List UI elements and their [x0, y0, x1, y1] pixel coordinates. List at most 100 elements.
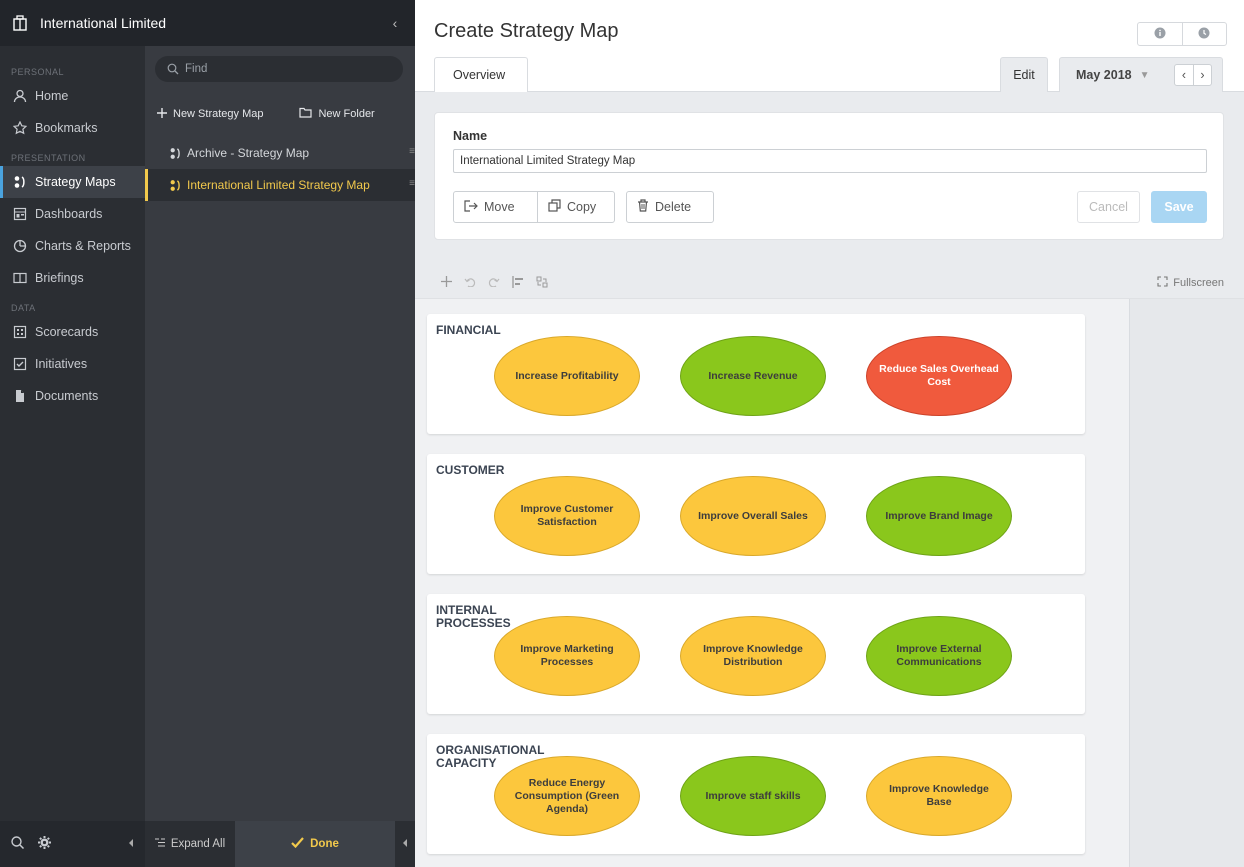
- tab-overview[interactable]: Overview: [434, 57, 528, 92]
- new-strategy-map-button[interactable]: New Strategy Map: [157, 107, 264, 121]
- nav-item-label: Scorecards: [35, 325, 99, 339]
- objective-improve-knowledge-base[interactable]: Improve Knowledge Base: [866, 756, 1012, 836]
- copy-label: Copy: [567, 200, 597, 214]
- delete-button[interactable]: Delete: [626, 191, 714, 223]
- star-icon: [11, 121, 29, 135]
- perspective-title: FINANCIAL: [436, 323, 501, 337]
- checkbox-icon: [11, 357, 29, 371]
- nav-item-dashboards[interactable]: Dashboards: [0, 198, 145, 230]
- nav-item-label: Home: [35, 89, 69, 103]
- page-title: Create Strategy Map: [434, 20, 619, 42]
- building-icon: [12, 15, 32, 31]
- document-icon: [11, 389, 29, 403]
- new-folder-button[interactable]: New Folder: [299, 107, 375, 121]
- trash-icon: [637, 199, 649, 215]
- name-label: Name: [453, 129, 488, 143]
- nav-item-strategy-maps[interactable]: Strategy Maps: [0, 166, 145, 198]
- expand-icon: [154, 838, 165, 850]
- info-icon: [1154, 27, 1166, 42]
- search-input[interactable]: Find: [155, 56, 403, 82]
- collapse-nav-icon[interactable]: [127, 837, 135, 851]
- tree-item-international-limited[interactable]: International Limited Strategy Map ≡: [145, 169, 415, 201]
- nav-item-label: Briefings: [35, 271, 84, 285]
- cancel-button[interactable]: Cancel: [1077, 191, 1140, 223]
- save-button[interactable]: Save: [1151, 191, 1207, 223]
- checkmark-icon: [291, 837, 304, 851]
- period-selector[interactable]: May 2018 ▼ ‹ ›: [1059, 57, 1223, 92]
- strategy-map-canvas[interactable]: FINANCIAL Increase Profitability Increas…: [415, 298, 1244, 867]
- objective-improve-customer-satisfaction[interactable]: Improve Customer Satisfaction: [494, 476, 640, 556]
- previous-period-button[interactable]: ‹: [1175, 65, 1193, 85]
- pie-chart-icon: [11, 239, 29, 253]
- nav-item-charts-reports[interactable]: Charts & Reports: [0, 230, 145, 262]
- align-button[interactable]: [506, 275, 530, 291]
- header-button-group: [1137, 22, 1227, 46]
- tree-actions: New Strategy Map New Folder: [145, 94, 415, 134]
- collapse-panel-button[interactable]: ‹: [387, 15, 403, 31]
- perspective-financial[interactable]: FINANCIAL Increase Profitability Increas…: [427, 314, 1085, 434]
- tree-item-archive[interactable]: Archive - Strategy Map ≡: [145, 137, 415, 169]
- done-button[interactable]: Done: [235, 821, 395, 867]
- new-strategy-map-label: New Strategy Map: [173, 108, 264, 120]
- objective-improve-staff-skills[interactable]: Improve staff skills: [680, 756, 826, 836]
- info-button[interactable]: [1138, 23, 1182, 45]
- history-button[interactable]: [1181, 23, 1227, 45]
- plus-icon: [440, 276, 452, 290]
- tree-item-label: Archive - Strategy Map: [187, 146, 310, 160]
- redo-button[interactable]: [482, 276, 506, 290]
- book-icon: [11, 271, 29, 285]
- redo-icon: [488, 276, 500, 290]
- move-button[interactable]: Move: [453, 191, 538, 223]
- undo-button[interactable]: [458, 276, 482, 290]
- copy-button[interactable]: Copy: [537, 191, 615, 223]
- fullscreen-label: Fullscreen: [1173, 277, 1224, 289]
- strategy-map-icon: [169, 179, 187, 192]
- name-input[interactable]: [453, 149, 1207, 173]
- next-period-button[interactable]: ›: [1193, 65, 1211, 85]
- objective-improve-external-communications[interactable]: Improve External Communications: [866, 616, 1012, 696]
- objective-increase-revenue[interactable]: Increase Revenue: [680, 336, 826, 416]
- expand-all-button[interactable]: Expand All: [145, 838, 235, 850]
- search-placeholder: Find: [185, 63, 208, 75]
- app-header: International Limited ‹: [0, 0, 415, 46]
- undo-icon: [464, 276, 476, 290]
- objective-improve-brand-image[interactable]: Improve Brand Image: [866, 476, 1012, 556]
- collapse-tree-icon[interactable]: [395, 838, 415, 851]
- gear-icon[interactable]: [37, 835, 52, 853]
- period-nav: ‹ ›: [1174, 64, 1212, 86]
- tab-edit[interactable]: Edit: [1000, 57, 1048, 92]
- organization-name[interactable]: International Limited: [40, 15, 387, 31]
- nav-item-home[interactable]: Home: [0, 80, 145, 112]
- chevron-down-icon: ▼: [1139, 69, 1150, 81]
- search-icon[interactable]: [10, 835, 25, 853]
- expand-all-label: Expand All: [170, 838, 226, 850]
- objective-increase-profitability[interactable]: Increase Profitability: [494, 336, 640, 416]
- objective-reduce-sales-overhead-cost[interactable]: Reduce Sales Overhead Cost: [866, 336, 1012, 416]
- layout-button[interactable]: [530, 276, 554, 291]
- main-nav: PERSONAL Home Bookmarks PRESENTATION Str…: [0, 0, 145, 867]
- objective-improve-overall-sales[interactable]: Improve Overall Sales: [680, 476, 826, 556]
- nav-item-label: Initiatives: [35, 357, 88, 371]
- nav-item-briefings[interactable]: Briefings: [0, 262, 145, 294]
- tree-item-label: International Limited Strategy Map: [187, 178, 370, 192]
- perspective-customer[interactable]: CUSTOMER Improve Customer Satisfaction I…: [427, 454, 1085, 574]
- objective-improve-knowledge-distribution[interactable]: Improve Knowledge Distribution: [680, 616, 826, 696]
- strategy-map-form: Name Move Copy Delete Cancel Save: [434, 112, 1224, 240]
- objective-improve-marketing-processes[interactable]: Improve Marketing Processes: [494, 616, 640, 696]
- fullscreen-button[interactable]: Fullscreen: [1157, 276, 1224, 290]
- nav-item-initiatives[interactable]: Initiatives: [0, 348, 145, 380]
- user-icon: [11, 89, 29, 103]
- perspective-organisational-capacity[interactable]: ORGANISATIONAL CAPACITY Reduce Energy Co…: [427, 734, 1085, 854]
- tree-footer: Expand All Done: [145, 821, 415, 867]
- nav-item-documents[interactable]: Documents: [0, 380, 145, 412]
- nav-item-bookmarks[interactable]: Bookmarks: [0, 112, 145, 144]
- dashboard-icon: [11, 207, 29, 221]
- nav-item-scorecards[interactable]: Scorecards: [0, 316, 145, 348]
- add-object-button[interactable]: [434, 276, 458, 290]
- strategy-map-icon: [11, 175, 29, 189]
- nav-section-personal: PERSONAL: [11, 67, 65, 77]
- perspective-internal-processes[interactable]: INTERNAL PROCESSES Improve Marketing Pro…: [427, 594, 1085, 714]
- objective-reduce-energy-consumption[interactable]: Reduce Energy Consumption (Green Agenda): [494, 756, 640, 836]
- align-left-icon: [512, 275, 524, 291]
- done-label: Done: [310, 838, 339, 850]
